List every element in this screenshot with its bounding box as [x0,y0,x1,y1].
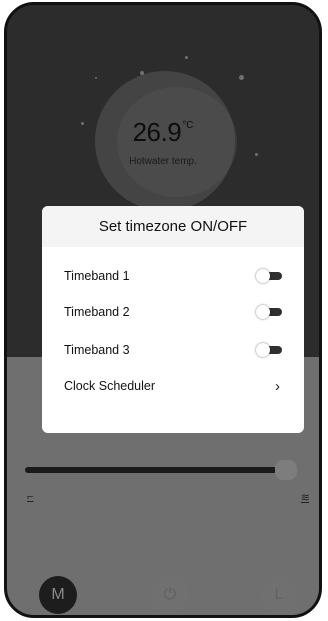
timeband-3-row[interactable]: Timeband 3 [64,338,282,362]
power-icon: ⏻ [163,586,177,603]
clock-scheduler-row[interactable]: Clock Scheduler › [64,374,282,398]
timezone-dialog: Set timezone ON/OFF Timeband 1 Timeband … [42,206,304,433]
timeband-2-toggle[interactable] [256,305,282,319]
timeband-3-label: Timeband 3 [64,343,130,357]
temperature-display: 26.9°C Hotwater temp. [7,117,319,167]
timeband-1-row[interactable]: Timeband 1 [64,264,282,288]
temperature-value: 26.9 [132,117,182,147]
clock-scheduler-label: Clock Scheduler [64,379,156,393]
high-heat-icon: ≋ [300,492,310,504]
low-heat-icon: ⌐ [27,491,34,503]
clock-mode-button[interactable]: L [260,576,298,614]
dialog-title: Set timezone ON/OFF [42,206,304,247]
toggle-knob [256,269,270,283]
decorative-dot [95,77,97,79]
decorative-dot [140,71,144,75]
manual-mode-label: M [51,586,65,603]
chevron-right-icon: › [275,377,280,395]
timeband-1-label: Timeband 1 [64,269,130,283]
power-button[interactable]: ⏻ [151,576,189,614]
manual-mode-button[interactable]: M [39,576,77,614]
timeband-1-toggle[interactable] [256,269,282,283]
decorative-dot [239,75,244,80]
timeband-3-toggle[interactable] [256,343,282,357]
timeband-2-label: Timeband 2 [64,305,130,319]
temperature-unit: °C [182,120,194,131]
clock-mode-icon: L [274,586,284,603]
toggle-knob [256,305,270,319]
temperature-slider-track[interactable] [25,467,277,473]
temperature-label: Hotwater temp. [129,156,197,167]
timeband-2-row[interactable]: Timeband 2 [64,300,282,324]
decorative-dot [185,56,188,59]
temperature-slider-thumb[interactable] [275,460,297,480]
toggle-knob [256,343,270,357]
